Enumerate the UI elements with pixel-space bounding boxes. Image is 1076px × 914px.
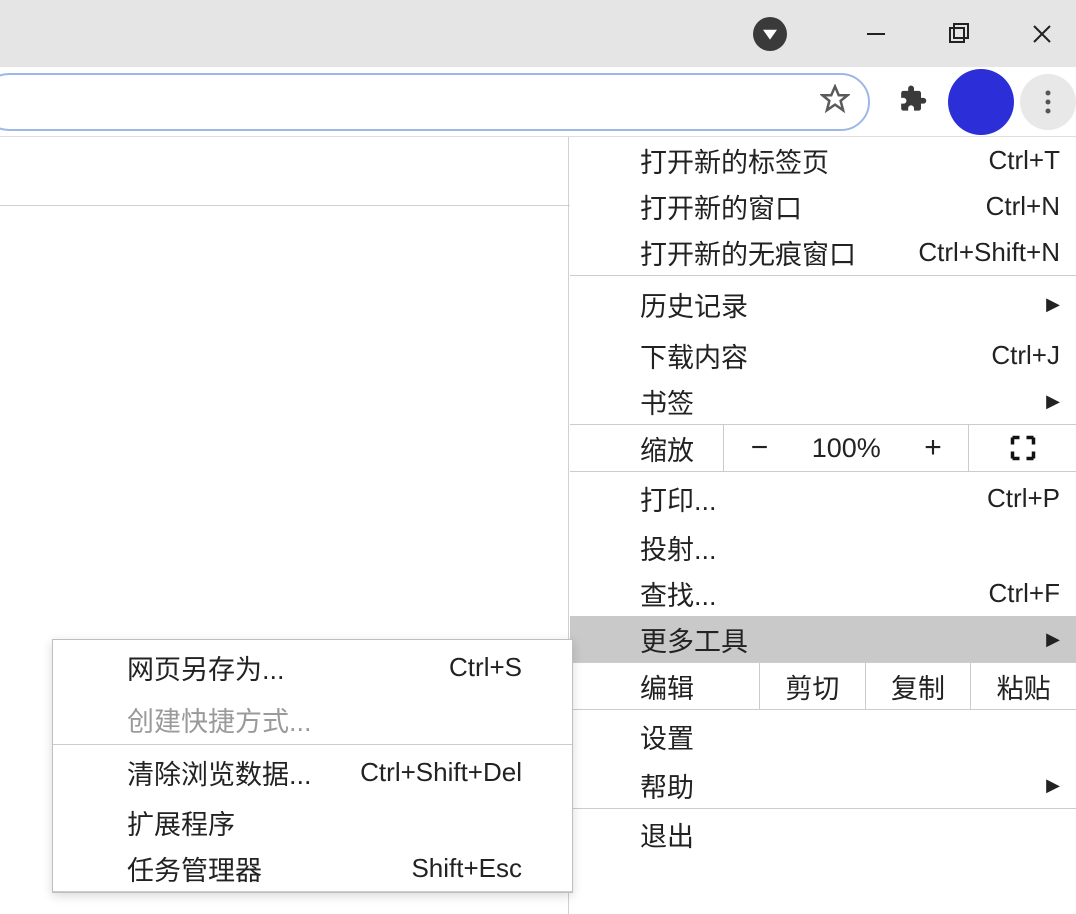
fullscreen-button[interactable] xyxy=(968,425,1076,471)
browser-toolbar xyxy=(0,67,1076,137)
caret-down-icon[interactable] xyxy=(753,17,787,51)
submenu-clear-data[interactable]: 清除浏览数据... Ctrl+Shift+Del xyxy=(53,745,572,799)
submenu-shortcut: Ctrl+S xyxy=(449,652,522,683)
menu-history[interactable]: 历史记录 ▶ xyxy=(570,276,1076,332)
main-menu-button[interactable] xyxy=(1020,74,1076,130)
address-bar[interactable] xyxy=(0,73,870,131)
menu-separator xyxy=(53,891,572,892)
menu-bookmarks[interactable]: 书签 ▶ xyxy=(570,378,1076,424)
menu-label: 投射... xyxy=(640,528,717,567)
menu-label: 历史记录 xyxy=(640,285,748,324)
more-tools-submenu: 网页另存为... Ctrl+S 创建快捷方式... 清除浏览数据... Ctrl… xyxy=(52,639,573,893)
close-button[interactable] xyxy=(1028,20,1056,48)
menu-find[interactable]: 查找... Ctrl+F xyxy=(570,570,1076,616)
submenu-shortcut: Ctrl+Shift+Del xyxy=(360,757,522,788)
menu-shortcut: Ctrl+Shift+N xyxy=(918,237,1060,268)
menu-shortcut: Ctrl+J xyxy=(991,340,1060,371)
submenu-arrow-icon: ▶ xyxy=(1046,294,1060,315)
menu-new-incognito[interactable]: 打开新的无痕窗口 Ctrl+Shift+N xyxy=(570,229,1076,275)
edit-label: 编辑 xyxy=(570,663,760,709)
menu-downloads[interactable]: 下载内容 Ctrl+J xyxy=(570,332,1076,378)
menu-help[interactable]: 帮助 ▶ xyxy=(570,762,1076,808)
cut-button[interactable]: 剪切 xyxy=(760,663,866,709)
maximize-button[interactable] xyxy=(945,20,973,48)
menu-edit-row: 编辑 剪切 复制 粘贴 xyxy=(570,662,1076,710)
zoom-value: 100% xyxy=(795,425,898,471)
menu-cast[interactable]: 投射... xyxy=(570,524,1076,570)
menu-shortcut: Ctrl+T xyxy=(989,145,1061,176)
minimize-button[interactable] xyxy=(862,20,890,48)
zoom-label: 缩放 xyxy=(570,425,724,471)
menu-exit[interactable]: 退出 xyxy=(570,809,1076,859)
content-divider xyxy=(0,205,570,206)
menu-print[interactable]: 打印... Ctrl+P xyxy=(570,472,1076,524)
menu-label: 打开新的窗口 xyxy=(640,187,802,226)
submenu-arrow-icon: ▶ xyxy=(1046,775,1060,796)
menu-new-tab[interactable]: 打开新的标签页 Ctrl+T xyxy=(570,137,1076,183)
menu-label: 下载内容 xyxy=(640,336,748,375)
menu-label: 打印... xyxy=(640,479,717,518)
submenu-task-manager[interactable]: 任务管理器 Shift+Esc xyxy=(53,845,572,891)
submenu-label: 网页另存为... xyxy=(127,648,285,687)
menu-zoom-row: 缩放 − 100% + xyxy=(570,424,1076,472)
submenu-arrow-icon: ▶ xyxy=(1046,391,1060,412)
submenu-label: 清除浏览数据... xyxy=(127,753,312,792)
submenu-shortcut: Shift+Esc xyxy=(411,853,522,884)
menu-label: 设置 xyxy=(640,717,694,756)
menu-label: 更多工具 xyxy=(640,620,748,659)
menu-settings[interactable]: 设置 xyxy=(570,710,1076,762)
main-menu: 打开新的标签页 Ctrl+T 打开新的窗口 Ctrl+N 打开新的无痕窗口 Ct… xyxy=(570,137,1076,859)
submenu-create-shortcut: 创建快捷方式... xyxy=(53,694,572,744)
submenu-arrow-icon: ▶ xyxy=(1046,629,1060,650)
menu-new-window[interactable]: 打开新的窗口 Ctrl+N xyxy=(570,183,1076,229)
menu-label: 打开新的标签页 xyxy=(640,141,829,180)
bookmark-star-icon[interactable] xyxy=(820,84,850,119)
submenu-label: 创建快捷方式... xyxy=(127,700,312,739)
zoom-in-button[interactable]: + xyxy=(898,425,968,471)
menu-label: 帮助 xyxy=(640,766,694,805)
menu-label: 书签 xyxy=(640,382,694,421)
extensions-icon[interactable] xyxy=(900,85,932,118)
submenu-label: 扩展程序 xyxy=(127,803,235,842)
zoom-out-button[interactable]: − xyxy=(724,425,794,471)
menu-shortcut: Ctrl+N xyxy=(986,191,1060,222)
copy-button[interactable]: 复制 xyxy=(866,663,972,709)
profile-avatar[interactable] xyxy=(948,69,1014,135)
paste-button[interactable]: 粘贴 xyxy=(971,663,1076,709)
submenu-save-as[interactable]: 网页另存为... Ctrl+S xyxy=(53,640,572,694)
menu-label: 打开新的无痕窗口 xyxy=(640,233,856,272)
menu-label: 查找... xyxy=(640,574,717,613)
menu-more-tools[interactable]: 更多工具 ▶ xyxy=(570,616,1076,662)
submenu-extensions[interactable]: 扩展程序 xyxy=(53,799,572,845)
menu-shortcut: Ctrl+P xyxy=(987,483,1060,514)
menu-label: 退出 xyxy=(640,815,694,854)
window-titlebar xyxy=(0,0,1076,67)
menu-shortcut: Ctrl+F xyxy=(989,578,1061,609)
submenu-label: 任务管理器 xyxy=(127,849,262,888)
